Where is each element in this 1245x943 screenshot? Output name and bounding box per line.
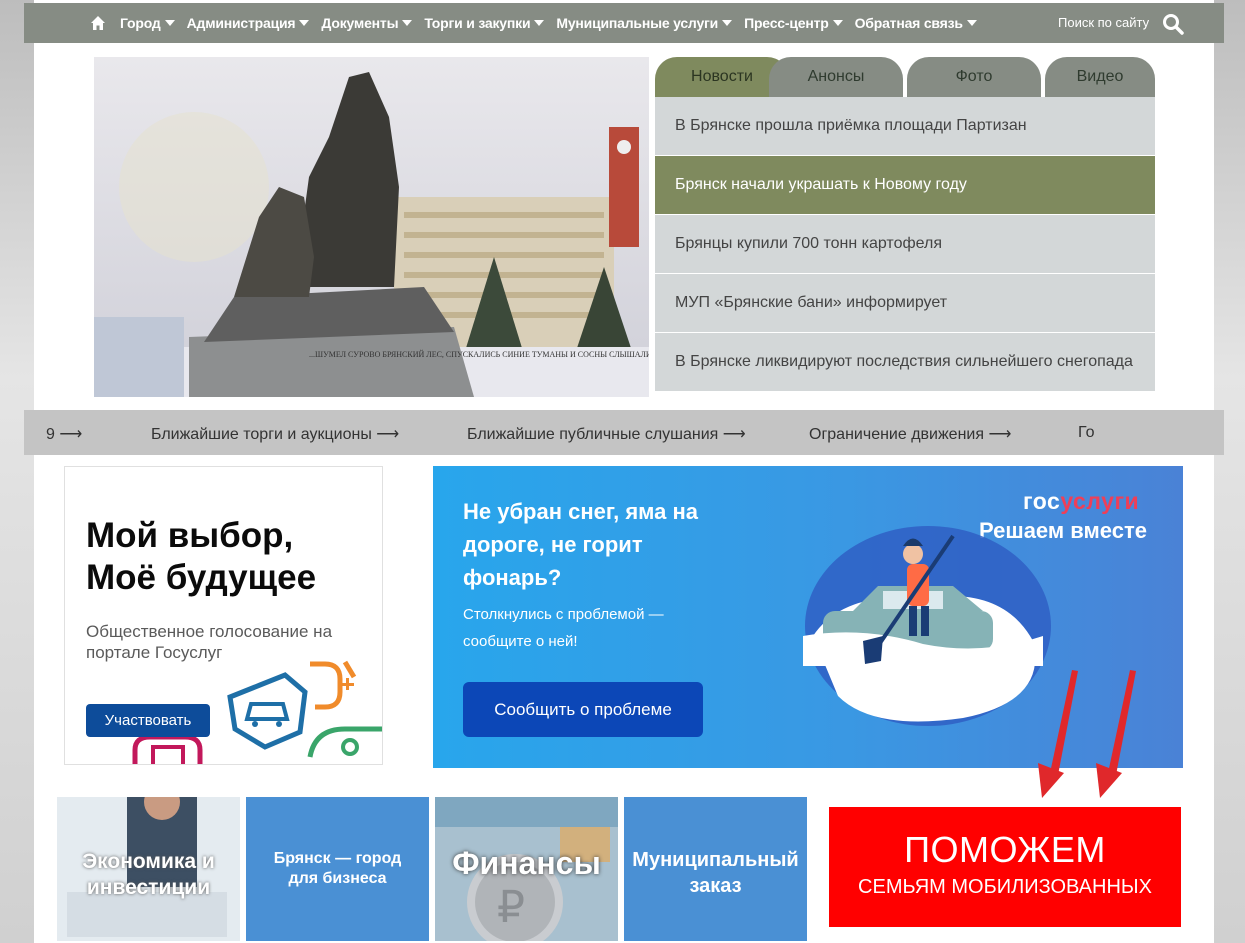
ticker-item-hearings[interactable]: Ближайшие публичные слушания ⟶ <box>467 424 746 444</box>
news-item[interactable]: Брянцы купили 700 тонн картофеля <box>655 215 1155 274</box>
ticker-item[interactable]: Го <box>1078 424 1095 442</box>
report-problem-button[interactable]: Сообщить о проблеме <box>463 682 703 737</box>
nav-menu: Город Администрация Документы Торги и за… <box>90 3 989 43</box>
nav-item-municipal-services[interactable]: Муниципальные услуги <box>556 15 733 31</box>
gosuslugi-logo: госуслуги <box>1023 488 1139 515</box>
caret-down-icon <box>534 20 545 26</box>
nav-item-tenders[interactable]: Торги и закупки <box>424 15 545 31</box>
tile-business[interactable]: Брянск — город для бизнеса <box>246 797 429 941</box>
ticker-item-traffic[interactable]: Ограничение движения ⟶ <box>809 424 1011 444</box>
tab-photo[interactable]: Фото <box>907 57 1041 97</box>
help-mobilized-banner[interactable]: ПОМОЖЕМ СЕМЬЯМ МОБИЛИЗОВАННЫХ <box>829 807 1181 927</box>
nav-item-press-center[interactable]: Пресс-центр <box>744 15 843 31</box>
nav-item-label: Торги и закупки <box>424 15 531 31</box>
logo-part: услуги <box>1060 488 1140 514</box>
nav-item-label: Муниципальные услуги <box>556 15 719 31</box>
ticker-item[interactable]: 9 ⟶ <box>46 424 82 444</box>
tile-label: Финансы <box>452 845 601 881</box>
tile-economy[interactable]: Экономика и инвестиции <box>57 797 240 941</box>
nav-item-label: Администрация <box>186 15 296 31</box>
top-navigation: Город Администрация Документы Торги и за… <box>24 3 1224 43</box>
nav-item-feedback[interactable]: Обратная связь <box>855 15 977 31</box>
ruble-glyph: ₽ <box>497 883 525 932</box>
tile-label: Муниципальный заказ <box>632 849 799 897</box>
help-banner-subtitle: СЕМЬЯМ МОБИЛИЗОВАННЫХ <box>858 876 1152 898</box>
nav-item-administration[interactable]: Администрация <box>187 15 310 31</box>
vote-title: Мой выбор, Моё будущее <box>86 515 376 599</box>
news-item[interactable]: Брянск начали украшать к Новому году <box>655 156 1155 215</box>
monument-inscription: ...ШУМЕЛ СУРОВО БРЯНСКИЙ ЛЕС, СПУСКАЛИСЬ… <box>309 350 649 359</box>
nav-item-documents[interactable]: Документы <box>321 15 413 31</box>
search-label[interactable]: Поиск по сайту <box>1058 15 1149 30</box>
nav-item-label: Обратная связь <box>854 15 963 31</box>
tile-label: Экономика и инвестиции <box>82 850 215 899</box>
caret-down-icon <box>402 20 413 26</box>
vote-title-line: Мой выбор, <box>86 516 294 555</box>
caret-down-icon <box>832 20 843 26</box>
tile-finance[interactable]: ₽ Финансы <box>435 797 618 941</box>
news-item[interactable]: В Брянске ликвидируют последствия сильне… <box>655 333 1155 392</box>
quick-links-ticker: 9 ⟶ Ближайшие торги и аукционы ⟶ Ближайш… <box>24 410 1224 455</box>
vote-subtitle: Общественное голосование на портале Госу… <box>86 622 333 662</box>
caret-down-icon <box>164 20 175 26</box>
caret-down-icon <box>299 20 310 26</box>
home-icon[interactable] <box>90 15 106 31</box>
search-icon[interactable] <box>1162 13 1184 35</box>
nav-item-label: Город <box>120 15 161 31</box>
nav-item-city[interactable]: Город <box>120 15 175 31</box>
snow-shovel-illustration <box>803 526 1051 726</box>
tab-announcements[interactable]: Анонсы <box>769 57 903 97</box>
news-tabs: Новости Анонсы Фото Видео <box>655 57 1155 97</box>
news-list: В Брянске прошла приёмка площади Партиза… <box>655 97 1155 392</box>
caret-down-icon <box>966 20 977 26</box>
vote-title-line: Моё будущее <box>86 558 317 597</box>
caret-down-icon <box>722 20 733 26</box>
logo-part: гос <box>1023 488 1061 514</box>
ticker-item-tenders[interactable]: Ближайшие торги и аукционы ⟶ <box>151 424 399 444</box>
hero-illustration: ...ШУМЕЛ СУРОВО БРЯНСКИЙ ЛЕС, СПУСКАЛИСЬ… <box>94 57 649 397</box>
gos-question: Не убран снег, яма на дороге, не горит ф… <box>463 499 699 590</box>
nav-item-label: Документы <box>321 15 399 31</box>
tab-video[interactable]: Видео <box>1045 57 1155 97</box>
news-item[interactable]: В Брянске прошла приёмка площади Партиза… <box>655 97 1155 156</box>
vote-banner[interactable]: Мой выбор, Моё будущее Общественное голо… <box>64 466 383 765</box>
gos-subtitle: Столкнулись с проблемой — сообщите о ней… <box>463 606 664 650</box>
news-item[interactable]: МУП «Брянские бани» информирует <box>655 274 1155 333</box>
help-banner-title: ПОМОЖЕМ <box>904 829 1106 870</box>
red-arrows-decoration <box>1038 670 1136 798</box>
hero-image[interactable]: ...ШУМЕЛ СУРОВО БРЯНСКИЙ ЛЕС, СПУСКАЛИСЬ… <box>94 57 649 397</box>
tile-label: Брянск — город для бизнеса <box>273 850 402 887</box>
nav-item-label: Пресс-центр <box>744 15 829 31</box>
participate-button[interactable]: Участвовать <box>86 704 210 737</box>
tile-municipal-order[interactable]: Муниципальный заказ <box>624 797 807 941</box>
